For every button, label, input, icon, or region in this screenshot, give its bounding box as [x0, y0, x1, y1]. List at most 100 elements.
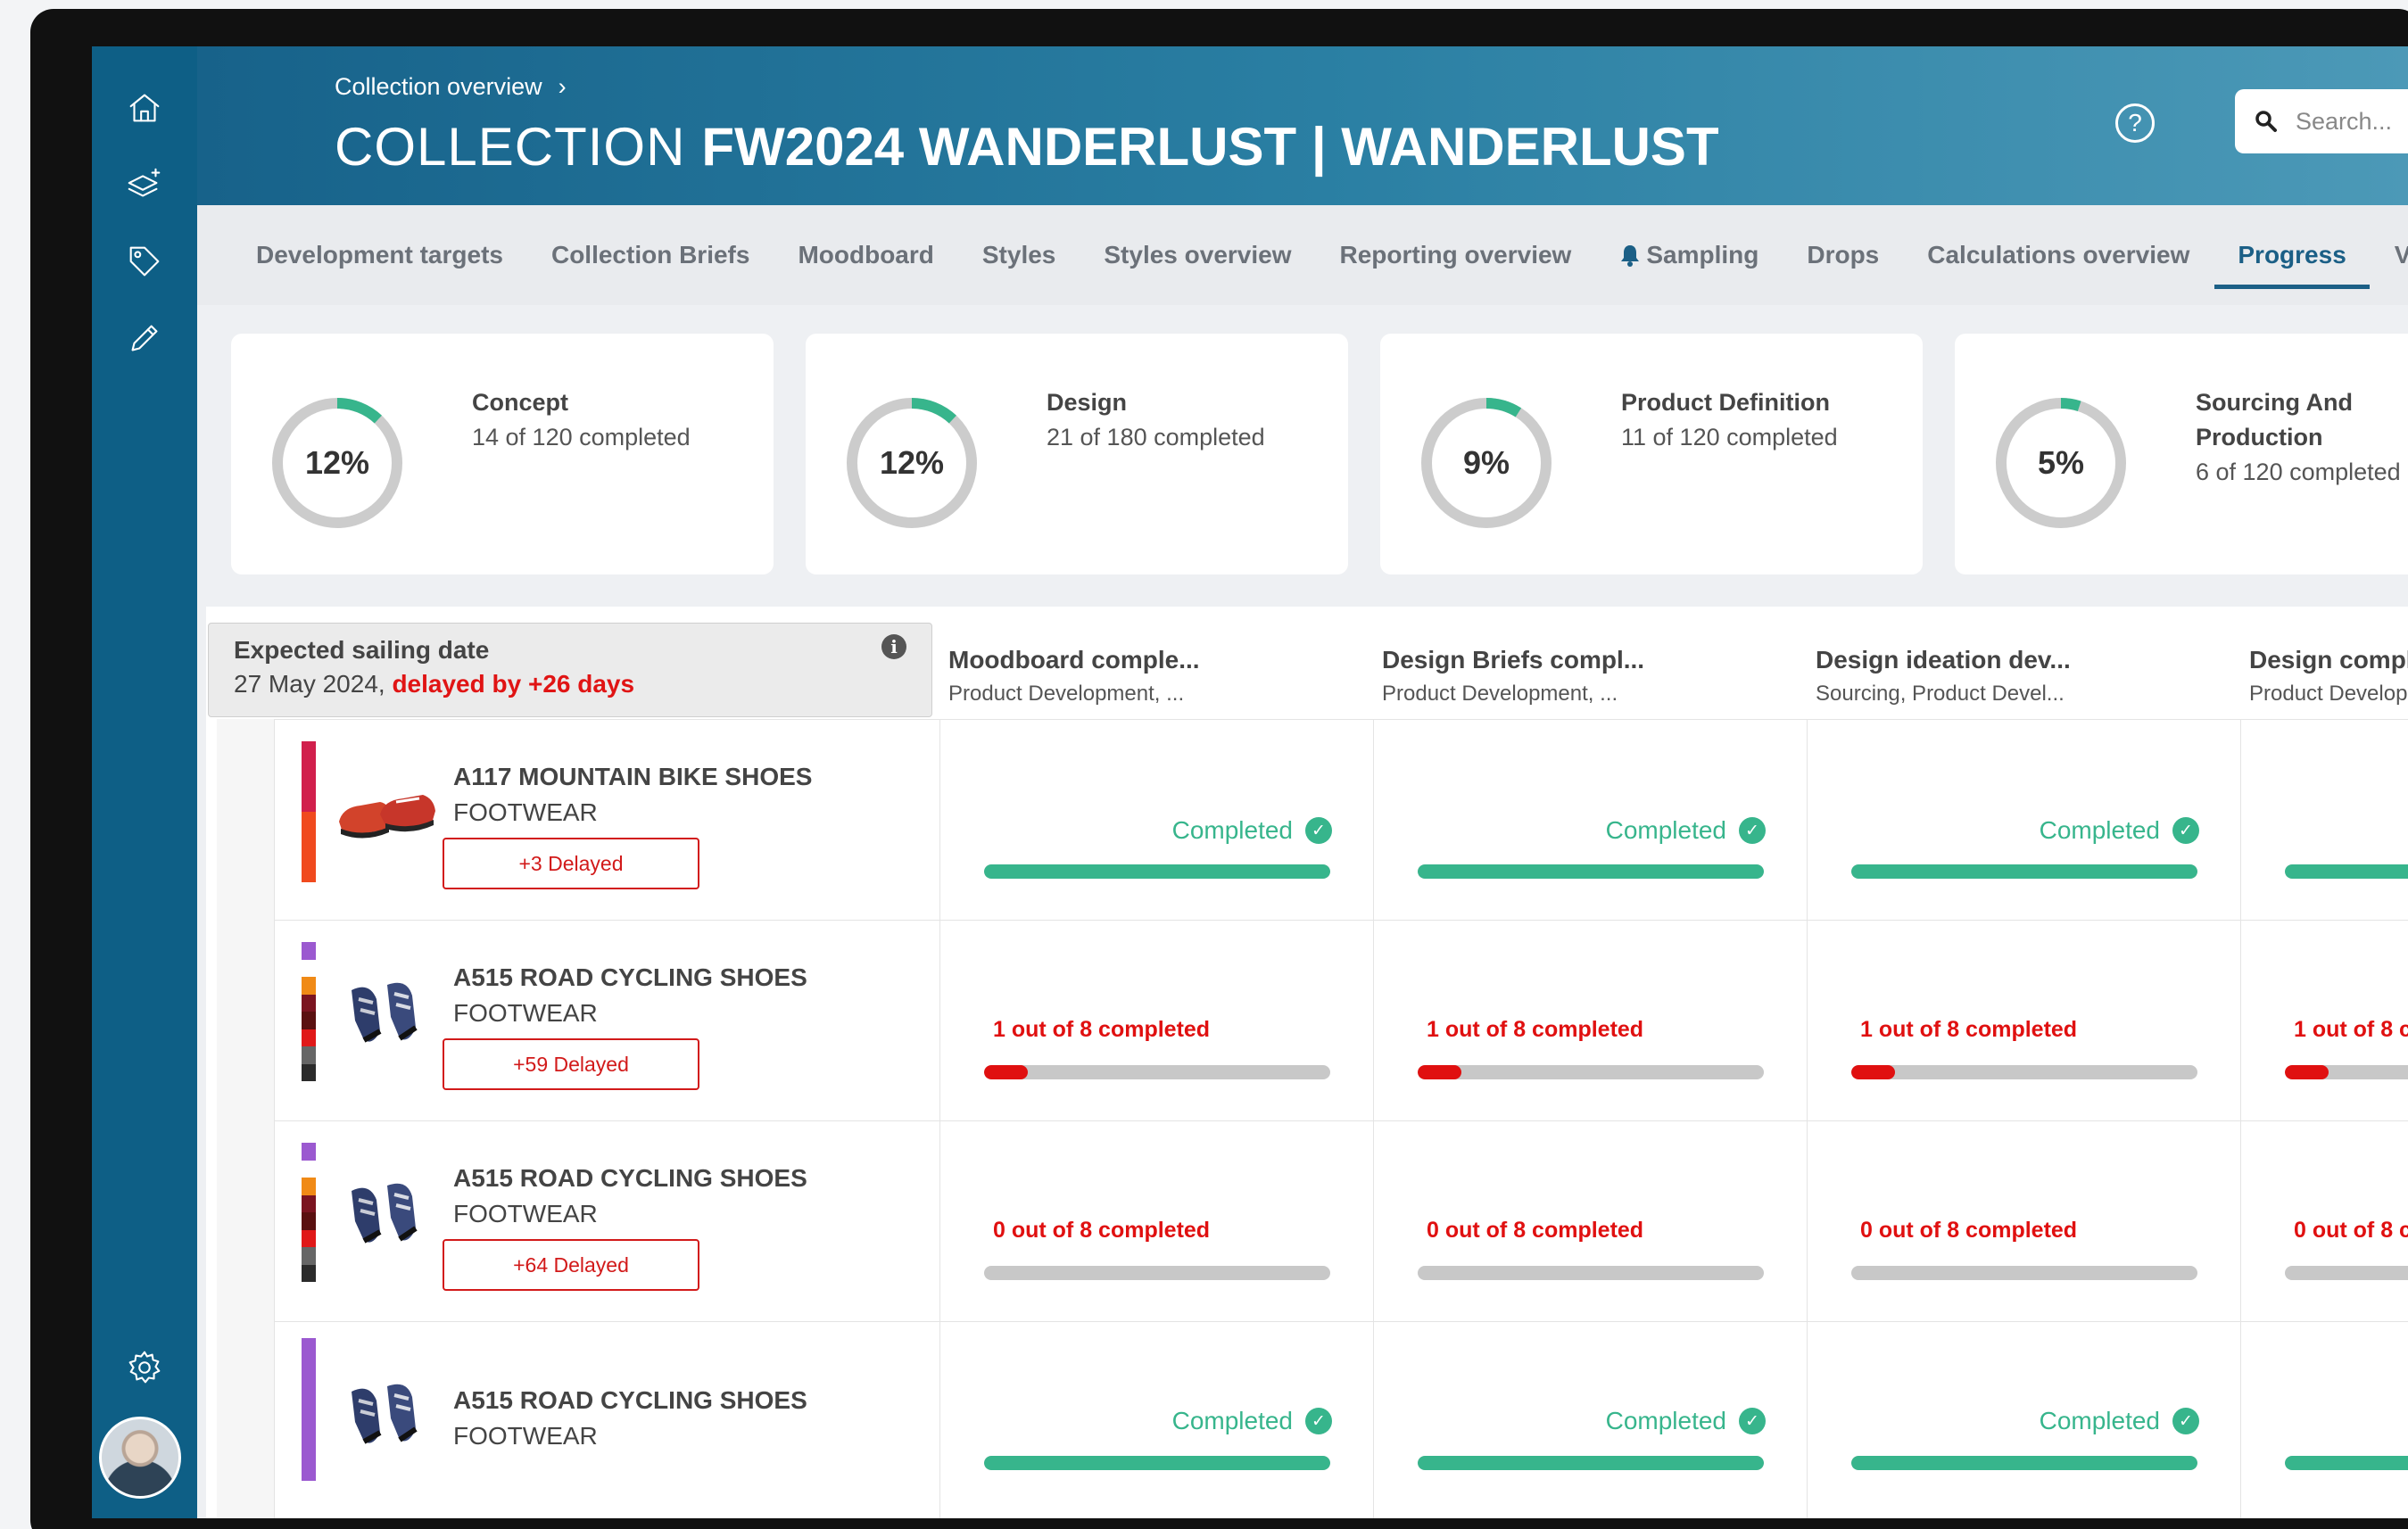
color-swatch [302, 1229, 316, 1247]
check-circle-icon: ✓ [2172, 817, 2199, 844]
product-info: A117 MOUNTAIN BIKE SHOES FOOTWEAR +3 Delay… [274, 720, 939, 921]
milestone-cell[interactable]: 1 out of 8 completed [1807, 921, 2240, 1121]
status-text: 1 out of 8 completed [1860, 1017, 2078, 1042]
info-icon[interactable]: i [881, 634, 906, 659]
tab-styles-overview[interactable]: Styles overview [1104, 205, 1291, 305]
color-swatch [302, 776, 316, 812]
status-text: 1 out of 8 comp [2294, 1017, 2408, 1042]
cell-divider [939, 720, 940, 921]
tab-collection-briefs[interactable]: Collection Briefs [551, 205, 749, 305]
product-info: A515 ROAD CYCLING SHOES FOOTWEAR [274, 1322, 939, 1518]
tab-sampling[interactable]: Sampling [1619, 205, 1758, 305]
help-icon[interactable]: ? [2115, 103, 2155, 143]
cell-divider [2240, 1322, 2241, 1518]
color-swatch [302, 977, 316, 995]
milestone-cell[interactable]: Completed ✓ [939, 1322, 1373, 1518]
tab-progress[interactable]: Progress [2214, 205, 2371, 305]
status-text: 1 out of 8 completed [1427, 1017, 1644, 1042]
milestone-cell[interactable]: 1 out of 8 comp [2240, 921, 2408, 1121]
breadcrumb-link[interactable]: Collection overview [335, 73, 542, 101]
milestone-cell[interactable]: Completed ✓ [1807, 720, 2240, 921]
stat-text: Concept 14 of 120 completed [472, 385, 740, 455]
product-thumbnail[interactable] [334, 763, 441, 861]
milestone-title: Design complete [2249, 646, 2408, 674]
milestone-status: Completed ✓ [2040, 1407, 2199, 1435]
product-name[interactable]: A515 ROAD CYCLING SHOES [453, 963, 807, 992]
cell-divider [1807, 1322, 1808, 1518]
search-box[interactable] [2235, 89, 2408, 153]
cell-divider [1373, 1322, 1374, 1518]
delayed-badge-button[interactable]: +59 Delayed [443, 1038, 699, 1090]
cell-divider [1373, 720, 1374, 921]
status-text: Completed [1171, 816, 1293, 844]
delayed-badge-button[interactable]: +3 Delayed [443, 838, 699, 889]
milestone-header: Design Briefs compl... Product Developmen… [1382, 646, 1801, 707]
product-category: FOOTWEAR [453, 999, 598, 1027]
milestone-cell[interactable]: 0 out of 8 completed [1373, 1121, 1807, 1322]
milestone-title: Moodboard comple... [948, 646, 1200, 674]
tab-label: Reporting overview [1339, 241, 1572, 269]
progress-bar [1418, 864, 1764, 879]
milestone-status: Completed ✓ [1172, 816, 1332, 845]
milestone-cell[interactable]: 0 out of 8 comp [2240, 1121, 2408, 1322]
product-info: A515 ROAD CYCLING SHOES FOOTWEAR +59 Delay… [274, 921, 939, 1121]
color-swatch [302, 1029, 316, 1046]
tab-ve[interactable]: Ve [2395, 205, 2408, 305]
cell-divider [1373, 921, 1374, 1121]
search-input[interactable] [2296, 107, 2408, 136]
progress-bar [984, 864, 1330, 879]
product-info: A515 ROAD CYCLING SHOES FOOTWEAR +64 Delay… [274, 1121, 939, 1322]
color-strip [302, 1338, 316, 1481]
milestone-cell[interactable]: 1 out of 8 completed [1373, 921, 1807, 1121]
sidebar [92, 46, 197, 1518]
stat-card: 9% Product Definition 11 of 120 completed [1380, 334, 1923, 574]
sailing-delay: delayed by +26 days [392, 670, 635, 698]
tab-styles[interactable]: Styles [982, 205, 1056, 305]
product-name[interactable]: A515 ROAD CYCLING SHOES [453, 1386, 807, 1415]
color-strip [302, 942, 316, 1081]
pencil-icon[interactable] [122, 316, 167, 360]
breadcrumb-separator: › [558, 73, 567, 100]
stat-title: Concept [472, 389, 568, 416]
tab-calculations-overview[interactable]: Calculations overview [1927, 205, 2189, 305]
milestone-status: 1 out of 8 comp [2294, 1017, 2408, 1043]
progress-bar [2285, 1065, 2408, 1079]
tab-development-targets[interactable]: Development targets [256, 205, 503, 305]
product-rows: A117 MOUNTAIN BIKE SHOES FOOTWEAR +3 Delay… [206, 719, 2408, 1518]
home-icon[interactable] [122, 86, 167, 130]
milestone-cell[interactable] [2240, 1322, 2408, 1518]
cell-divider [2240, 921, 2241, 1121]
color-swatch [302, 1264, 316, 1282]
milestone-cell[interactable]: 0 out of 8 completed [939, 1121, 1373, 1322]
status-text: Completed [2039, 816, 2160, 844]
milestone-cell[interactable]: Completed ✓ [939, 720, 1373, 921]
delayed-badge-button[interactable]: +64 Delayed [443, 1239, 699, 1291]
tab-reporting-overview[interactable]: Reporting overview [1340, 205, 1572, 305]
breadcrumb: Collection overview › [335, 73, 567, 101]
user-avatar[interactable] [99, 1417, 181, 1499]
tab-label: Development targets [256, 241, 503, 269]
milestone-cell[interactable]: Completed ✓ [1373, 1322, 1807, 1518]
layers-add-icon[interactable] [122, 162, 167, 207]
product-thumbnail[interactable] [334, 963, 441, 1062]
progress-bar-fill [1851, 864, 2197, 879]
tab-drops[interactable]: Drops [1807, 205, 1879, 305]
product-name[interactable]: A117 MOUNTAIN BIKE SHOES [453, 763, 812, 791]
tag-icon[interactable] [122, 239, 167, 284]
product-thumbnail[interactable] [334, 1164, 441, 1262]
progress-bar-fill [1418, 864, 1764, 879]
color-swatch [302, 1247, 316, 1265]
milestone-title: Design ideation dev... [1816, 646, 2071, 674]
milestone-cell[interactable] [2240, 720, 2408, 921]
donut-percent: 9% [1462, 444, 1510, 481]
milestone-cell[interactable]: Completed ✓ [1807, 1322, 2240, 1518]
milestone-cell[interactable]: 1 out of 8 completed [939, 921, 1373, 1121]
milestone-cell[interactable]: 0 out of 8 completed [1807, 1121, 2240, 1322]
progress-bar-fill [2285, 864, 2408, 879]
product-thumbnail[interactable] [334, 1365, 441, 1463]
milestone-cell[interactable]: Completed ✓ [1373, 720, 1807, 921]
page-title: COLLECTION FW2024 WANDERLUST | WANDERLUST [335, 116, 1719, 178]
product-name[interactable]: A515 ROAD CYCLING SHOES [453, 1164, 807, 1193]
gear-icon[interactable] [122, 1345, 167, 1390]
tab-moodboard[interactable]: Moodboard [798, 205, 933, 305]
